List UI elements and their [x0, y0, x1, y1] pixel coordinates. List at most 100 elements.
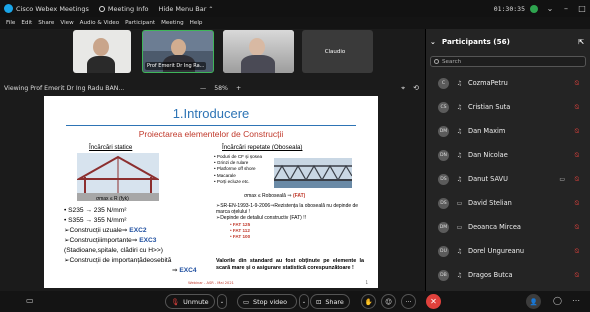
chat-bubble-icon[interactable]: ▭ — [26, 296, 34, 305]
participant-video-person — [249, 38, 265, 56]
steel-structure-photo — [77, 153, 159, 201]
minimize-button[interactable]: – — [558, 4, 574, 13]
slide-title-divider — [66, 125, 356, 126]
menu-meeting[interactable]: Meeting — [161, 20, 184, 26]
menu-file[interactable]: File — [6, 20, 15, 26]
participant-row[interactable]: DU ♫ Dorel Ungureanu ⍉ — [426, 239, 590, 263]
audio-options-chevron-icon[interactable]: ⌄ — [217, 294, 227, 309]
share-label: Share — [325, 297, 344, 306]
list-item-text: ➢Construcții uzuale⇒ — [64, 227, 130, 234]
fat-value: • FAT 100 — [230, 234, 251, 240]
zoom-in-button[interactable]: + — [236, 85, 241, 92]
thumbnail-name: Prof Emerit Dr Ing Ra... — [145, 62, 207, 70]
participant-name: Dan Maxim — [468, 127, 506, 135]
participant-row[interactable]: DM ▭ Deoanca Mircea ⍉ — [426, 215, 590, 239]
participants-panel: ⌄ Participants (56) ⇱ Search C ♫ CozmaPetr… — [425, 29, 590, 291]
execution-class-tag: EXC2 — [129, 227, 147, 234]
video-thumbnail[interactable] — [73, 30, 131, 73]
more-options-icon[interactable]: ··· — [401, 294, 416, 309]
hide-menu-bar-label: Hide Menu Bar — [158, 4, 207, 13]
list-item: ➢Construcții de importanțădeosebită — [64, 256, 197, 266]
chat-icon[interactable]: ◯ — [553, 296, 562, 305]
avatar: DU — [438, 245, 449, 257]
participant-name: Deoanca Mircea — [468, 223, 521, 231]
video-thumbnail-active-speaker[interactable]: Prof Emerit Dr Ing Ra... — [142, 30, 214, 73]
menu-edit[interactable]: Edit — [21, 20, 32, 26]
menu-audio-video[interactable]: Audio & Video — [80, 20, 120, 26]
menu-share[interactable]: Share — [38, 20, 54, 26]
participant-row[interactable]: DB ♫ Dragos Butca ⍉ — [426, 263, 590, 287]
video-thumbnail[interactable] — [223, 30, 294, 73]
headset-icon: ♫ — [456, 127, 463, 135]
list-item-text: • S235 → 235 N/mm² — [64, 207, 127, 214]
repeated-loads-heading: Încărcări repetate (Oboseala) — [222, 144, 303, 151]
meeting-info-button[interactable]: Meeting Info — [98, 4, 149, 13]
participant-name: Danut SAVU — [468, 175, 508, 183]
popout-icon[interactable]: ⇱ — [578, 38, 584, 46]
shared-content-slide: 1.Introducere Proiectarea elementelor de… — [44, 96, 378, 288]
execution-class-tag: EXC4 — [179, 267, 197, 274]
zoom-level[interactable]: 58% — [214, 85, 228, 92]
participants-header: ⌄ Participants (56) ⇱ — [430, 37, 588, 46]
participants-search-input[interactable]: Search — [430, 56, 586, 67]
participant-row[interactable]: C ♫ CozmaPetru ⍉ — [426, 71, 590, 95]
stop-video-button[interactable]: ▭ Stop video — [237, 294, 297, 309]
search-icon — [434, 59, 439, 64]
muted-mic-icon: 🎙 — [171, 297, 180, 306]
fullscreen-icon[interactable]: ⟲ — [413, 84, 419, 93]
video-options-chevron-icon[interactable]: ⌄ — [299, 294, 309, 309]
avatar: CS — [438, 101, 449, 113]
meeting-info-label: Meeting Info — [107, 4, 149, 13]
menu-participant[interactable]: Participant — [125, 20, 155, 26]
participant-video-body — [87, 56, 115, 73]
muted-mic-icon: ⍉ — [574, 246, 579, 255]
participant-video-strip: Prof Emerit Dr Ing Ra... Claudio — [0, 29, 425, 74]
participant-row[interactable]: CS ♫ Cristian Suta ⍉ — [426, 95, 590, 119]
reactions-icon[interactable]: ☺ — [381, 294, 396, 309]
video-thumbnail[interactable]: Claudio — [302, 30, 373, 73]
slide-page-number: 1 — [365, 280, 368, 285]
maximize-button[interactable]: □ — [574, 4, 590, 13]
participant-row[interactable]: DN ♫ Dan Nicolae ⍉ — [426, 143, 590, 167]
raise-hand-icon[interactable]: ✋ — [361, 294, 376, 309]
list-item-text: (Stadioane,spitale, clădiri cu H>>) — [64, 247, 163, 254]
zoom-out-button[interactable]: — — [200, 85, 206, 92]
menu-bar: File Edit Share View Audio & Video Parti… — [0, 17, 590, 29]
menu-help[interactable]: Help — [190, 20, 203, 26]
static-details-list: • S235 → 235 N/mm² • S355 → 355 N/mm² ➢C… — [64, 206, 197, 276]
share-screen-icon: ⊡ — [316, 297, 322, 306]
headset-icon: ♫ — [456, 271, 463, 279]
repeated-formula-fat: (FAT) — [292, 193, 306, 199]
participant-name: CozmaPetru — [468, 79, 508, 87]
meeting-controls: ▭ 🎙 Unmute ⌄ ▭ Stop video ⌄ ⊡ Share ✋ ☺ … — [0, 291, 590, 312]
headset-icon: ♫ — [456, 247, 463, 255]
list-item-text: ➢Construcțiiimportante⇒ — [64, 237, 140, 244]
participant-video-person — [93, 38, 109, 56]
more-panels-icon[interactable]: ⋯ — [572, 296, 580, 305]
headset-icon: ♫ — [456, 151, 463, 159]
participant-row[interactable]: DM ♫ Dan Maxim ⍉ — [426, 119, 590, 143]
unmute-label: Unmute — [183, 297, 209, 306]
list-item: ➢Construcții uzuale⇒ EXC2 — [64, 226, 197, 236]
menu-view[interactable]: View — [60, 20, 73, 26]
participant-row[interactable]: DS ▭ David Stelian ⍉ — [426, 191, 590, 215]
video-camera-icon: ▭ — [243, 297, 250, 306]
muted-mic-icon: ⍉ — [574, 222, 579, 231]
participants-icon[interactable]: 👤 — [526, 294, 541, 309]
unmute-button[interactable]: 🎙 Unmute — [165, 294, 215, 309]
static-loads-heading: Încărcări statice — [89, 144, 133, 151]
repeated-formula: σmax ≤ Roboseală ⇒ (FAT) — [244, 193, 305, 199]
app-title: Cisco Webex Meetings — [16, 4, 89, 13]
layout-dropdown-icon[interactable]: ⌄ — [542, 4, 558, 13]
leave-meeting-button[interactable]: ✕ — [426, 294, 441, 309]
static-formula: σmax ≤ R (fyk) — [96, 196, 129, 202]
view-icons: ⌖ ⟲ — [401, 84, 419, 93]
muted-mic-icon: ⍉ — [574, 102, 579, 111]
muted-mic-icon: ⍉ — [574, 174, 579, 183]
share-button[interactable]: ⊡ Share — [310, 294, 350, 309]
fatigue-details-list: ➢SR-EN-1993-1-9-2006⇒Rezistența la obose… — [216, 203, 366, 240]
annotate-icon[interactable]: ⌖ — [401, 84, 405, 93]
participant-row[interactable]: DS ♫ Danut SAVU ▭ ⍉ — [426, 167, 590, 191]
hide-menu-bar-button[interactable]: Hide Menu Bar ⌃ — [159, 5, 214, 13]
collapse-chevron-icon[interactable]: ⌄ — [430, 38, 436, 46]
